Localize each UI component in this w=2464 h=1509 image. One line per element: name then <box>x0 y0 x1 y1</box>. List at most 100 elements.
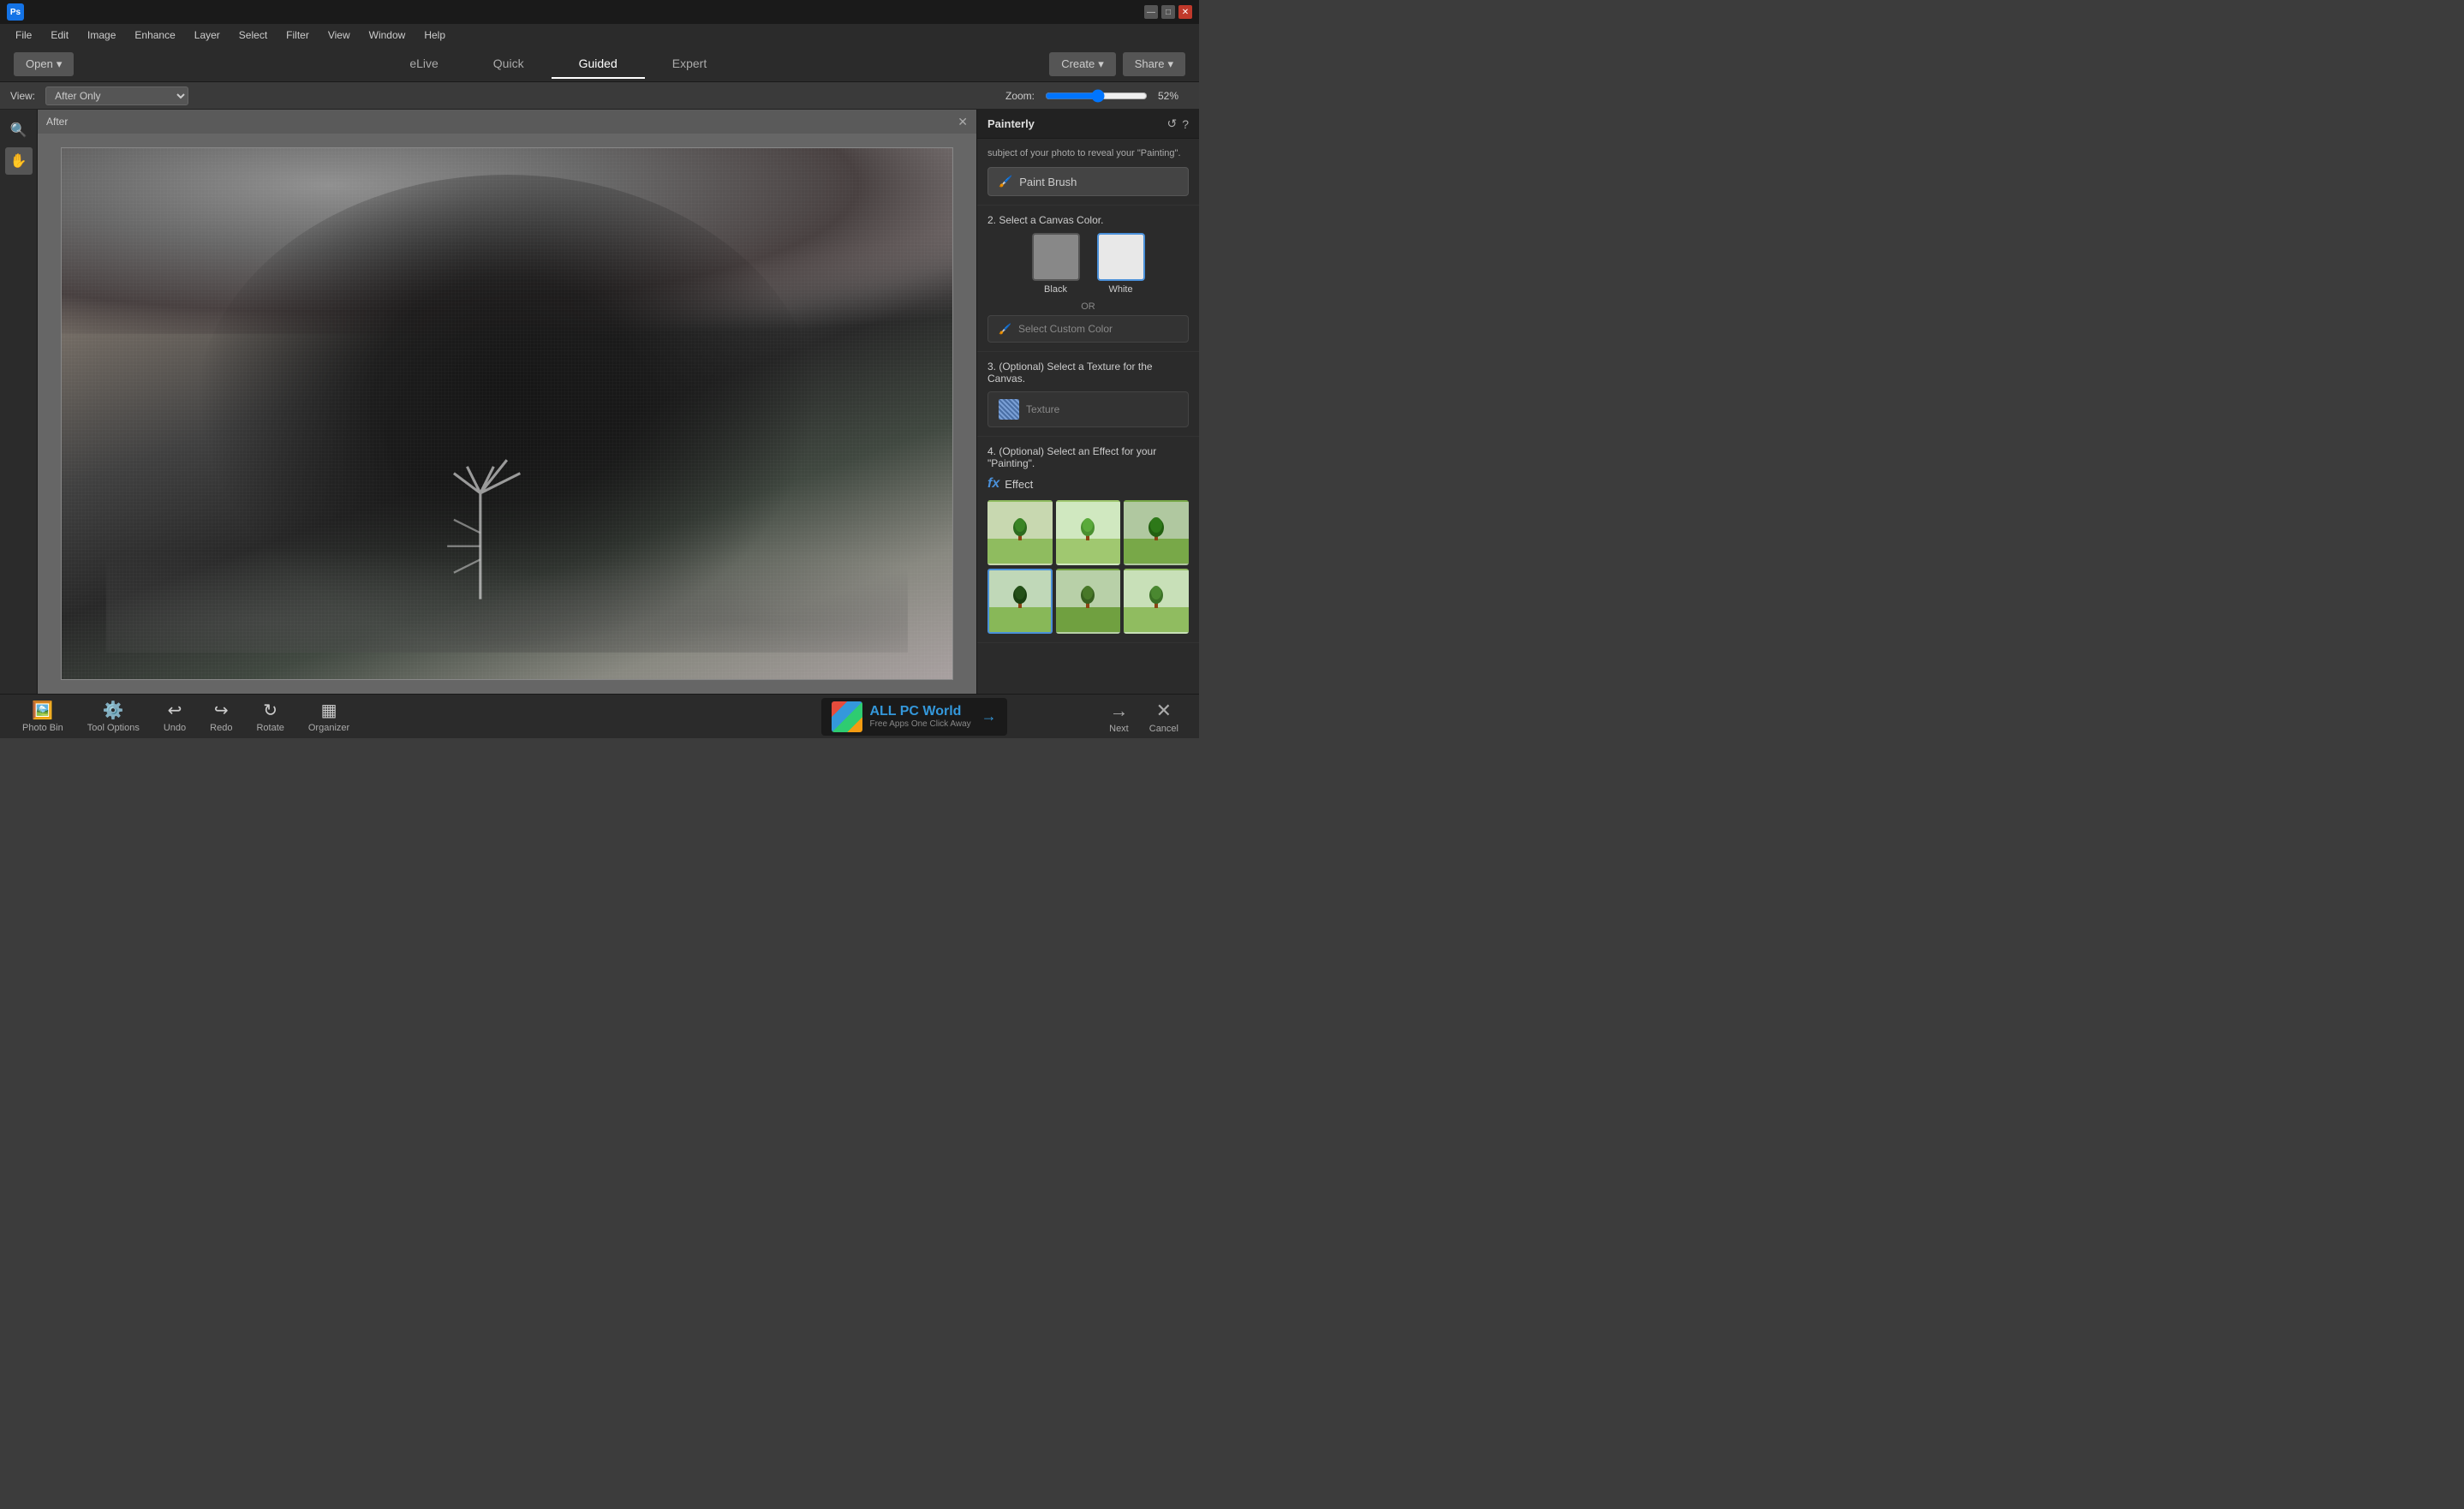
next-button[interactable]: → Next <box>1099 696 1139 737</box>
color-black-label: Black <box>1044 284 1067 295</box>
view-select[interactable]: After Only Before Only Before & After Ho… <box>45 86 188 105</box>
effect-thumb-1[interactable] <box>987 500 1053 565</box>
redo-icon: ↪ <box>214 700 229 721</box>
allpc-text: ALL PC World Free Apps One Click Away <box>869 704 970 729</box>
menu-filter[interactable]: Filter <box>277 27 318 44</box>
search-tool-button[interactable]: 🔍 <box>5 116 33 144</box>
effect-thumb-6[interactable] <box>1124 569 1189 634</box>
menu-image[interactable]: Image <box>79 27 124 44</box>
organizer-icon: ▦ <box>321 700 337 721</box>
canvas-title: After <box>46 116 68 128</box>
effect-section-label: 4. (Optional) Select an Effect for your … <box>987 445 1189 469</box>
organizer-tool[interactable]: ▦ Organizer <box>296 696 361 737</box>
color-black-item[interactable]: Black <box>1032 233 1080 295</box>
effect-thumb-4[interactable] <box>987 569 1053 634</box>
effect-thumb-3[interactable] <box>1124 500 1189 565</box>
effect-thumbnails <box>987 500 1189 633</box>
photo-bin-icon: 🖼️ <box>32 700 53 721</box>
effect-fx-icon: fx <box>987 476 999 492</box>
panel-intro-section: subject of your photo to reveal your "Pa… <box>977 139 1199 206</box>
cancel-label: Cancel <box>1149 724 1178 734</box>
win-controls: — □ ✕ <box>1144 5 1192 19</box>
hand-icon: ✋ <box>10 152 27 170</box>
tab-expert[interactable]: Expert <box>645 50 734 79</box>
photo-bin-label: Photo Bin <box>22 723 63 733</box>
tool-options-label: Tool Options <box>87 723 140 733</box>
texture-text: Texture <box>1026 403 1059 415</box>
menu-layer[interactable]: Layer <box>186 27 229 44</box>
texture-button[interactable]: Texture <box>987 391 1189 427</box>
allpc-arrow-icon: → <box>981 707 997 725</box>
hand-tool-button[interactable]: ✋ <box>5 147 33 175</box>
next-icon: → <box>1109 700 1128 722</box>
menu-enhance[interactable]: Enhance <box>126 27 183 44</box>
panel-refresh-button[interactable]: ↺ <box>1166 116 1177 131</box>
panel-title: Painterly <box>987 117 1035 130</box>
effect-thumb-2[interactable] <box>1056 500 1121 565</box>
panel-icon-buttons: ↺ ? <box>1166 116 1189 131</box>
rotate-icon: ↻ <box>263 700 277 721</box>
zoom-label: Zoom: <box>1005 90 1035 102</box>
tool-options-icon: ⚙️ <box>103 700 124 721</box>
texture-section: 3. (Optional) Select a Texture for the C… <box>977 352 1199 437</box>
share-button[interactable]: Share ▾ <box>1123 52 1185 76</box>
custom-color-label: Select Custom Color <box>1018 323 1113 335</box>
create-button[interactable]: Create ▾ <box>1049 52 1116 76</box>
paint-brush-icon: 🖌️ <box>999 175 1012 188</box>
view-label: View: <box>10 90 35 102</box>
undo-tool[interactable]: ↩ Undo <box>152 696 198 737</box>
texture-label: 3. (Optional) Select a Texture for the C… <box>987 361 1189 385</box>
modebar: Open ▾ eLive Quick Guided Expert Create … <box>0 46 1199 82</box>
panel-header: Painterly ↺ ? <box>977 110 1199 139</box>
photo-bin-tool[interactable]: 🖼️ Photo Bin <box>10 696 75 737</box>
menu-help[interactable]: Help <box>415 27 454 44</box>
paint-brush-button[interactable]: 🖌️ Paint Brush <box>987 167 1189 196</box>
panel-intro-text: subject of your photo to reveal your "Pa… <box>987 147 1189 160</box>
menu-file[interactable]: File <box>7 27 40 44</box>
allpc-big-text: ALL PC World <box>869 704 970 719</box>
tab-quick[interactable]: Quick <box>466 50 552 79</box>
color-swatch-white[interactable] <box>1097 233 1145 281</box>
menu-edit[interactable]: Edit <box>42 27 77 44</box>
custom-color-button[interactable]: 🖌️ Select Custom Color <box>987 315 1189 343</box>
next-label: Next <box>1109 724 1129 734</box>
left-toolbar: 🔍 ✋ <box>0 110 38 694</box>
minimize-button[interactable]: — <box>1144 5 1158 19</box>
menu-window[interactable]: Window <box>361 27 415 44</box>
close-button[interactable]: ✕ <box>1178 5 1192 19</box>
color-swatches: Black White <box>987 233 1189 295</box>
canvas-area: After ✕ <box>38 110 976 694</box>
rotate-tool[interactable]: ↻ Rotate <box>244 696 295 737</box>
tab-guided[interactable]: Guided <box>552 50 645 79</box>
allpc-small-text: Free Apps One Click Away <box>869 719 970 729</box>
color-white-label: White <box>1108 284 1132 295</box>
effect-label-row: fx Effect <box>987 476 1189 492</box>
color-white-item[interactable]: White <box>1097 233 1145 295</box>
allpc-banner[interactable]: ALL PC World Free Apps One Click Away → <box>821 698 1006 736</box>
maximize-button[interactable]: □ <box>1161 5 1175 19</box>
menu-view[interactable]: View <box>319 27 359 44</box>
tab-elive[interactable]: eLive <box>382 50 465 79</box>
bottom-bar: 🖼️ Photo Bin ⚙️ Tool Options ↩ Undo ↪ Re… <box>0 694 1199 738</box>
undo-icon: ↩ <box>168 700 182 721</box>
canvas-close-button[interactable]: ✕ <box>958 115 968 129</box>
redo-tool[interactable]: ↪ Redo <box>198 696 244 737</box>
organizer-label: Organizer <box>308 723 349 733</box>
app-icon: Ps <box>7 3 24 21</box>
undo-label: Undo <box>164 723 186 733</box>
zoom-slider[interactable] <box>1045 89 1148 103</box>
menu-select[interactable]: Select <box>230 27 276 44</box>
right-panel: Painterly ↺ ? subject of your photo to r… <box>976 110 1199 694</box>
redo-label: Redo <box>210 723 232 733</box>
color-swatch-black[interactable] <box>1032 233 1080 281</box>
canvas-image <box>61 147 952 679</box>
panel-help-button[interactable]: ? <box>1182 116 1189 131</box>
tool-options-tool[interactable]: ⚙️ Tool Options <box>75 696 152 737</box>
canvas-color-section: 2. Select a Canvas Color. Black White OR… <box>977 206 1199 352</box>
or-divider: OR <box>987 301 1189 312</box>
open-button[interactable]: Open ▾ <box>14 52 74 76</box>
canvas-content[interactable] <box>38 134 976 694</box>
rotate-label: Rotate <box>256 723 283 733</box>
effect-thumb-5[interactable] <box>1056 569 1121 634</box>
cancel-button[interactable]: ✕ Cancel <box>1139 696 1189 737</box>
